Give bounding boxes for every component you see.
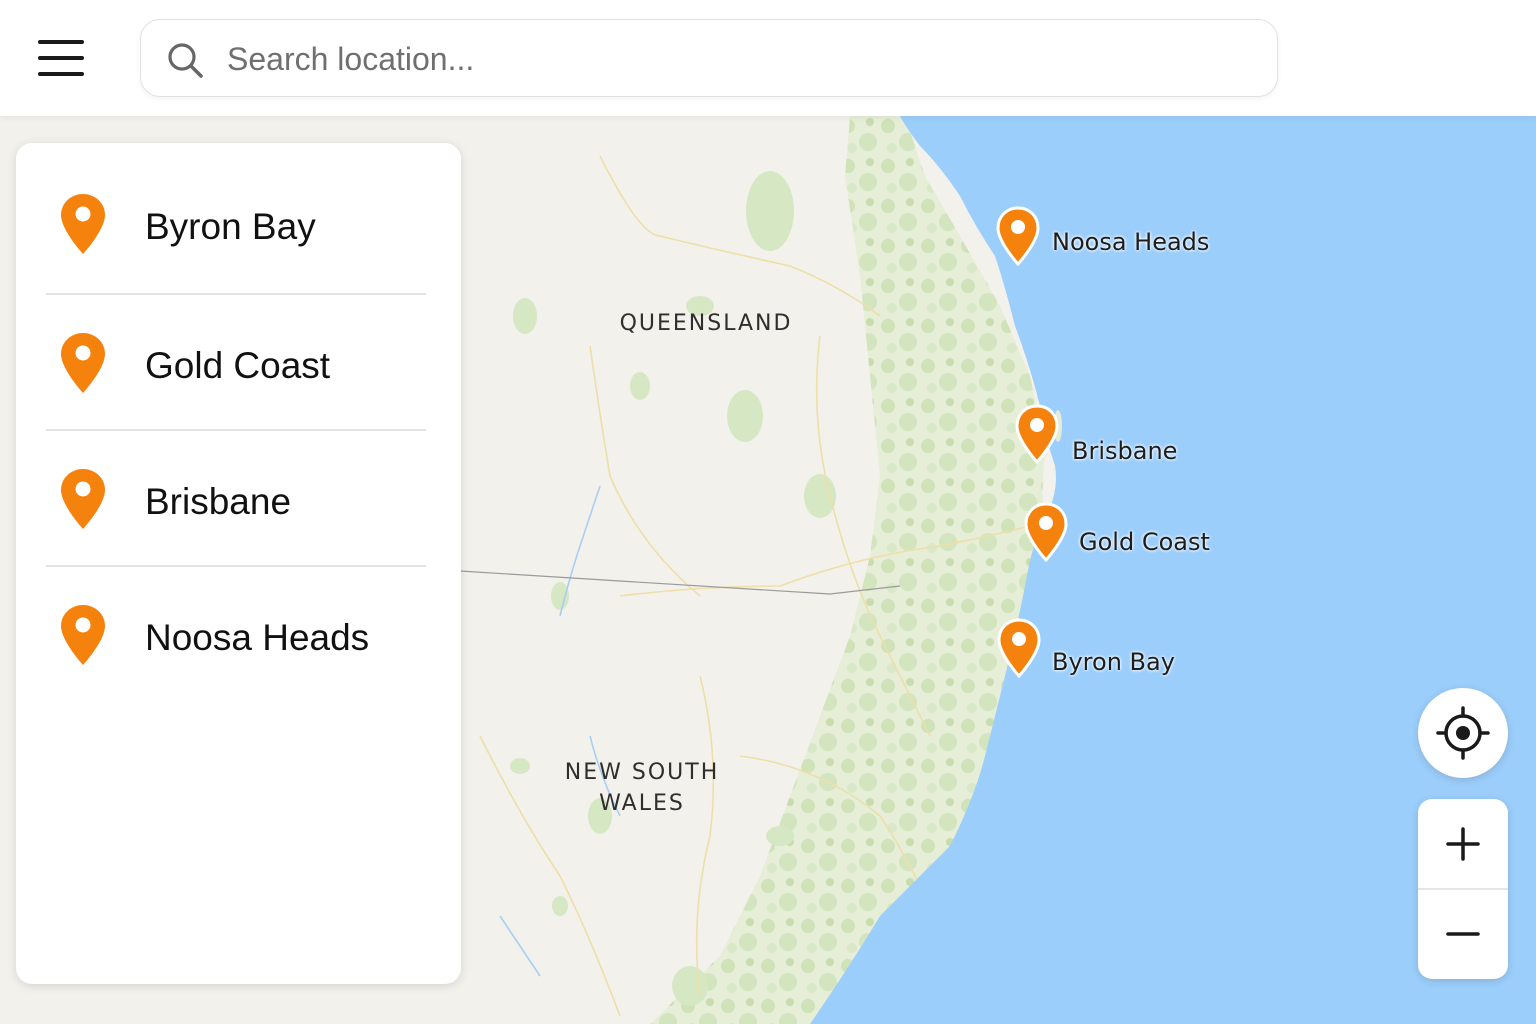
map-pin-icon: [61, 333, 105, 393]
hamburger-icon-bar: [38, 56, 84, 60]
top-bar: [0, 0, 1536, 116]
search-input[interactable]: [227, 34, 1227, 84]
map-pin-icon: [996, 206, 1040, 267]
map-pin-icon: [61, 469, 105, 529]
map-pin-icon: [61, 605, 105, 665]
map-pin-icon: [1024, 502, 1068, 563]
minus-icon: [1446, 932, 1480, 936]
marker-label: Byron Bay: [1052, 648, 1175, 676]
region-label-text: WALES: [599, 791, 685, 816]
map-pin-icon: [1015, 404, 1059, 465]
map-marker-byron-bay[interactable]: Byron Bay: [997, 618, 1197, 680]
region-label-new-south-wales: NEW SOUTH WALES: [542, 757, 742, 819]
map-marker-noosa-heads[interactable]: Noosa Heads: [996, 206, 1256, 268]
list-item-byron-bay[interactable]: Byron Bay: [46, 159, 426, 295]
zoom-controls: [1418, 799, 1508, 979]
zoom-in-button[interactable]: [1418, 799, 1508, 889]
list-item-label: Byron Bay: [145, 206, 316, 247]
list-item-brisbane[interactable]: Brisbane: [46, 431, 426, 567]
marker-label: Gold Coast: [1079, 528, 1210, 556]
region-label-text: QUEENSLAND: [619, 311, 793, 336]
marker-label: Noosa Heads: [1052, 228, 1210, 256]
list-item-gold-coast[interactable]: Gold Coast: [46, 295, 426, 431]
list-item-label: Noosa Heads: [145, 617, 370, 658]
zoom-out-button[interactable]: [1418, 889, 1508, 979]
hamburger-icon: [38, 40, 84, 44]
map-pin-icon: [997, 618, 1041, 679]
region-label-text: NEW SOUTH: [564, 760, 720, 785]
list-item-label: Gold Coast: [145, 345, 331, 386]
crosshair-icon: [1436, 706, 1490, 760]
list-item-label: Brisbane: [145, 481, 292, 522]
menu-button[interactable]: [38, 40, 86, 78]
map-pin-icon: [61, 194, 105, 254]
marker-label: Brisbane: [1072, 437, 1178, 465]
list-item-noosa-heads[interactable]: Noosa Heads: [46, 567, 426, 703]
locations-panel: Byron Bay Gold Coast Brisbane Noosa Head…: [16, 143, 461, 984]
locate-me-button[interactable]: [1418, 688, 1508, 778]
search-icon: [168, 43, 203, 78]
map-marker-brisbane[interactable]: Brisbane: [1015, 404, 1215, 466]
region-label-queensland: QUEENSLAND: [606, 308, 806, 339]
map-marker-gold-coast[interactable]: Gold Coast: [1024, 502, 1244, 564]
plus-icon: [1446, 827, 1480, 861]
hamburger-icon-bar: [38, 72, 84, 76]
search-bar[interactable]: [140, 19, 1278, 97]
